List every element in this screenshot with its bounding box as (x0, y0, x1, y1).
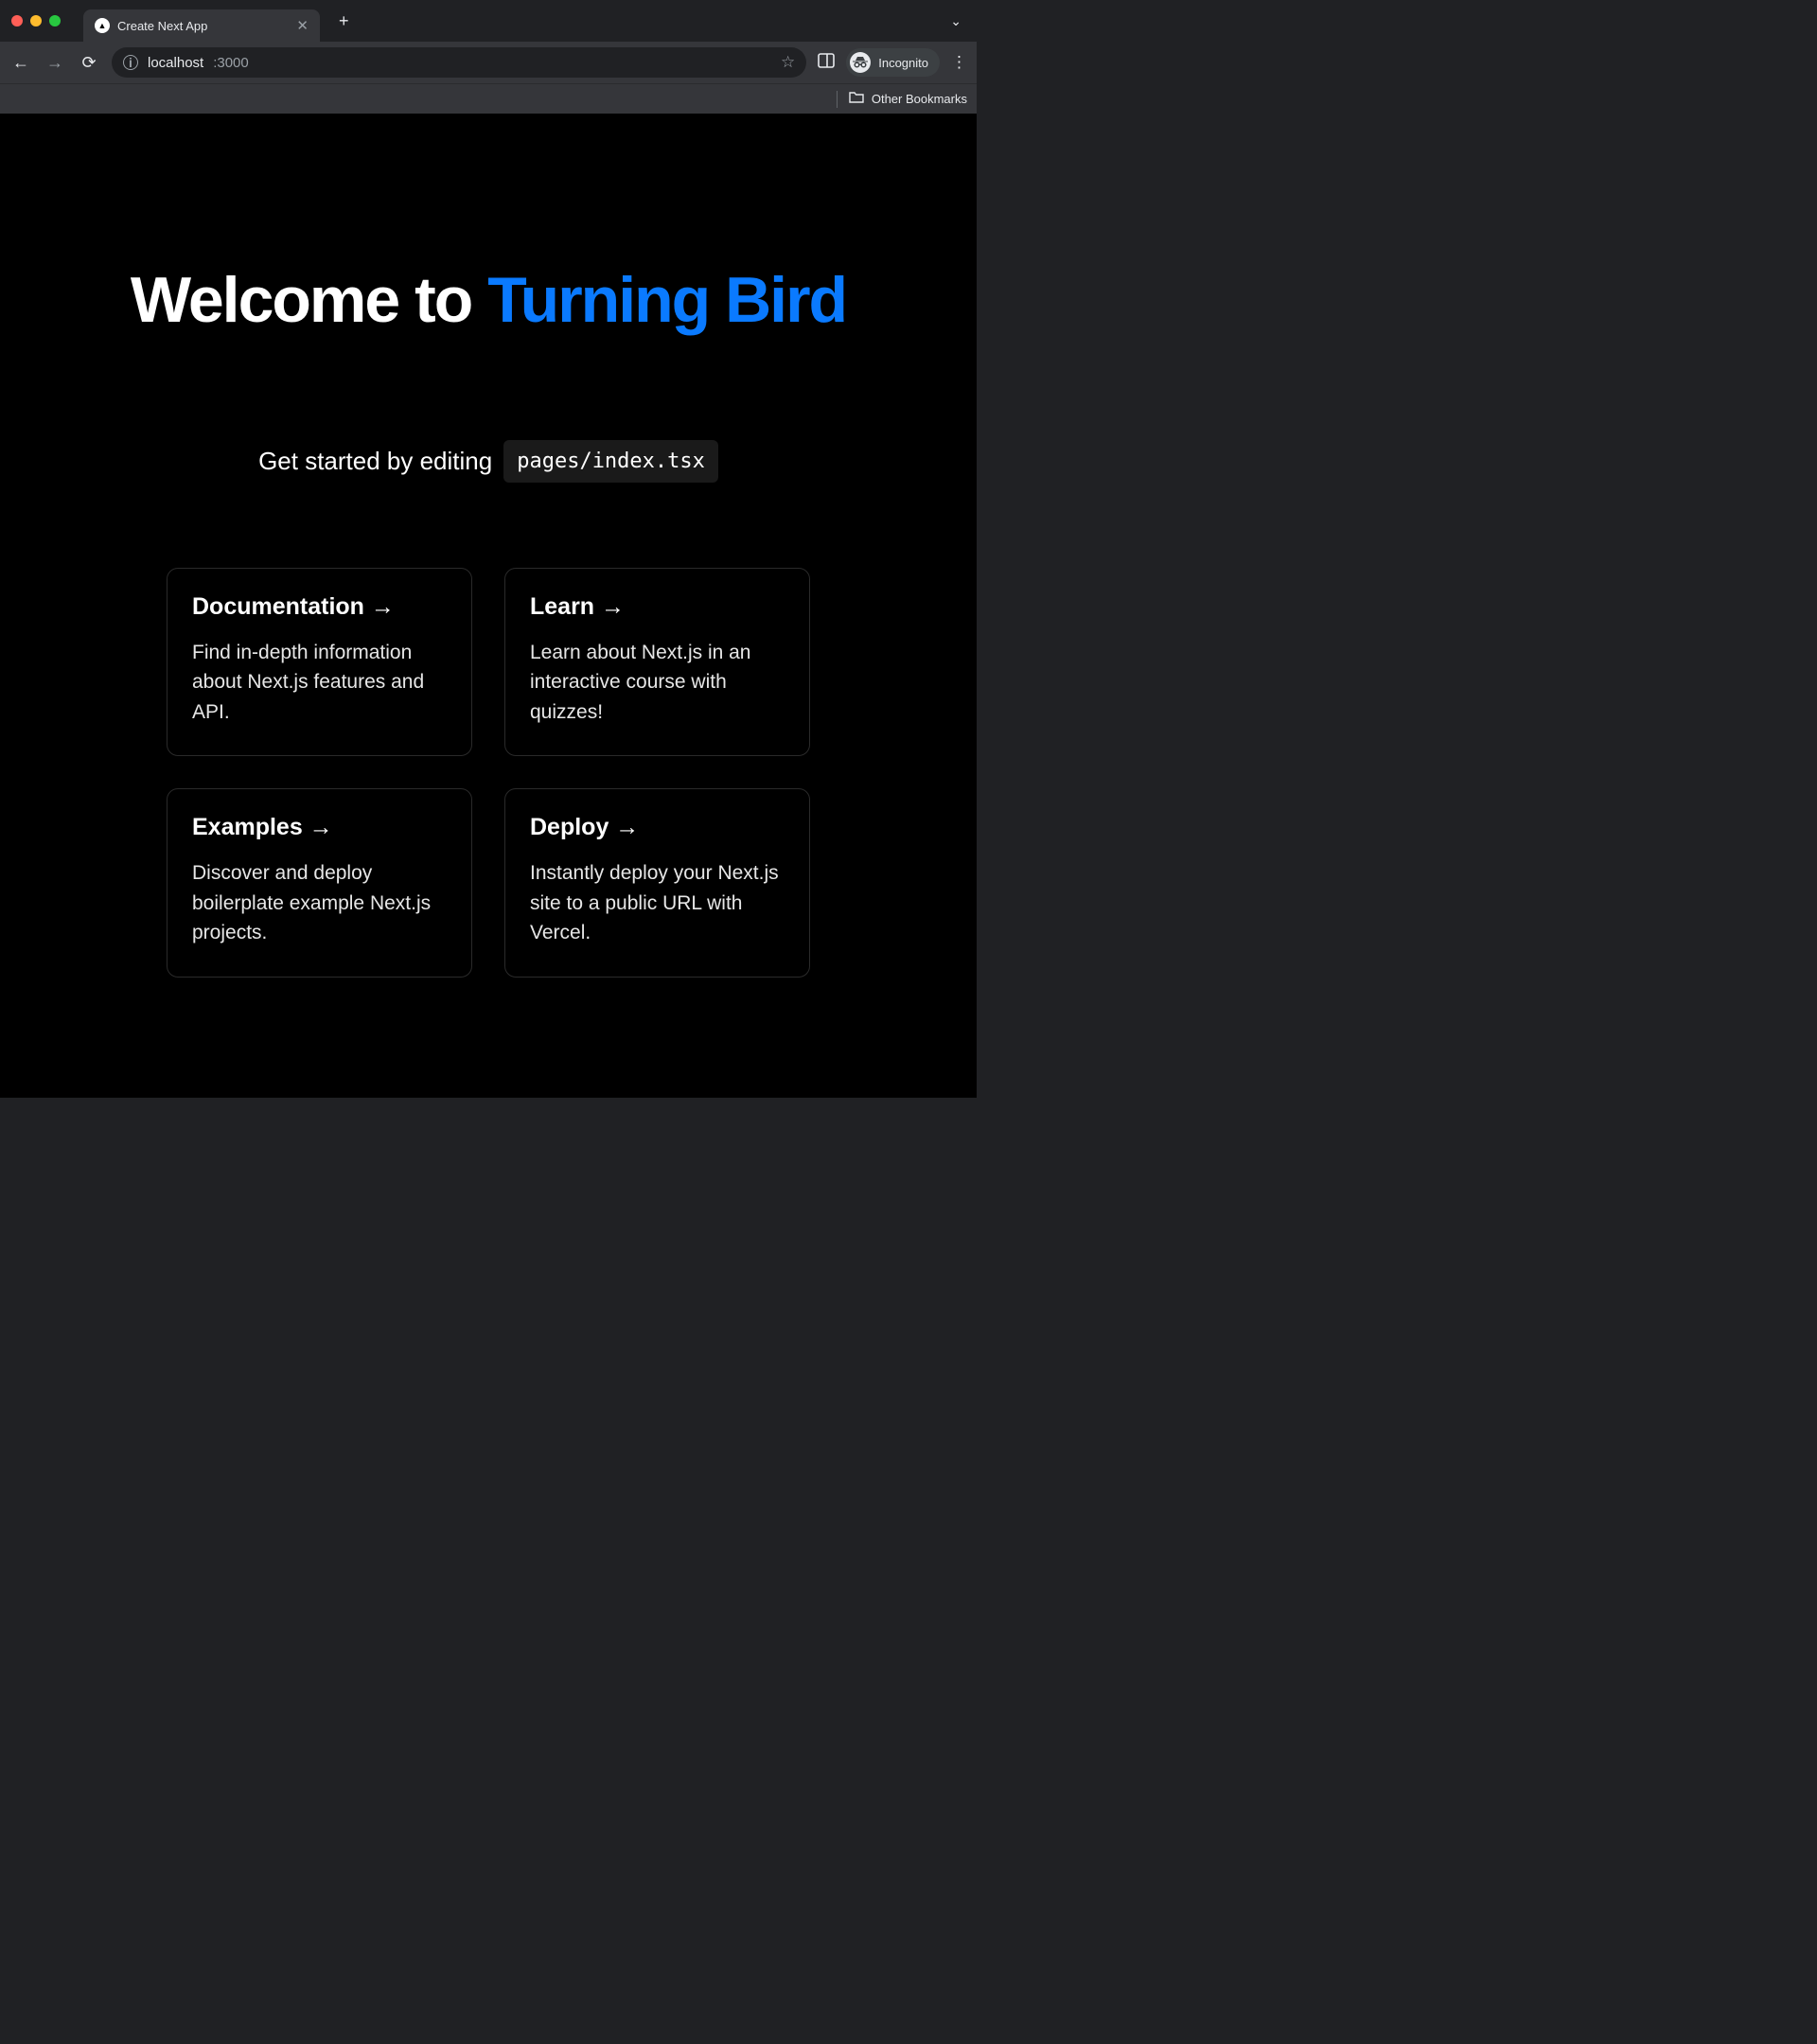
card-deploy[interactable]: Deploy → Instantly deploy your Next.js s… (504, 788, 810, 978)
tab-close-button[interactable]: ✕ (296, 17, 309, 34)
card-desc: Instantly deploy your Next.js site to a … (530, 858, 785, 948)
subtitle-code: pages/index.tsx (503, 440, 718, 483)
other-bookmarks-button[interactable]: Other Bookmarks (872, 92, 967, 106)
bookmarks-bar: Other Bookmarks (0, 83, 977, 114)
reload-button[interactable]: ⟳ (78, 53, 100, 73)
card-desc: Learn about Next.js in an interactive co… (530, 638, 785, 728)
maximize-window-button[interactable] (49, 15, 61, 26)
card-documentation[interactable]: Documentation → Find in-depth informatio… (167, 568, 472, 757)
tabs-dropdown-button[interactable]: ⌄ (950, 13, 961, 29)
card-title: Documentation → (192, 593, 447, 621)
hero-prefix: Welcome to (131, 264, 487, 336)
page-content: Welcome to Turning Bird Get started by e… (0, 114, 977, 1053)
titlebar: ▲ Create Next App ✕ + ⌄ (0, 0, 977, 42)
incognito-label: Incognito (878, 56, 928, 70)
minimize-window-button[interactable] (30, 15, 42, 26)
card-desc: Discover and deploy boilerplate example … (192, 858, 447, 948)
browser-menu-button[interactable]: ⋮ (951, 53, 967, 72)
incognito-badge[interactable]: Incognito (846, 48, 940, 77)
bookmark-star-icon[interactable]: ☆ (781, 53, 795, 72)
divider (837, 91, 838, 108)
card-desc: Find in-depth information about Next.js … (192, 638, 447, 728)
url-host: localhost (148, 55, 203, 71)
hero-accent: Turning Bird (487, 264, 846, 336)
browser-chrome: ▲ Create Next App ✕ + ⌄ ← → ⟳ i localhos… (0, 0, 977, 114)
card-title: Deploy → (530, 814, 785, 841)
cards-grid: Documentation → Find in-depth informatio… (167, 568, 810, 978)
subtitle-text: Get started by editing (258, 447, 492, 476)
back-button[interactable]: ← (9, 53, 32, 73)
page-viewport[interactable]: Welcome to Turning Bird Get started by e… (0, 114, 977, 1098)
tab-favicon: ▲ (95, 18, 110, 33)
browser-tab[interactable]: ▲ Create Next App ✕ (83, 9, 320, 42)
new-tab-button[interactable]: + (339, 11, 349, 31)
site-info-icon[interactable]: i (123, 55, 138, 70)
subtitle: Get started by editing pages/index.tsx (258, 440, 718, 483)
window-controls (11, 15, 61, 26)
url-port: :3000 (213, 55, 249, 71)
card-learn[interactable]: Learn → Learn about Next.js in an intera… (504, 568, 810, 757)
card-examples[interactable]: Examples → Discover and deploy boilerpla… (167, 788, 472, 978)
folder-icon (849, 91, 864, 107)
card-title: Learn → (530, 593, 785, 621)
address-bar[interactable]: i localhost :3000 ☆ (112, 47, 806, 78)
close-window-button[interactable] (11, 15, 23, 26)
hero-heading: Welcome to Turning Bird (131, 265, 846, 336)
card-title: Examples → (192, 814, 447, 841)
forward-button[interactable]: → (44, 53, 66, 73)
panel-icon[interactable] (818, 52, 835, 74)
incognito-icon (850, 52, 871, 73)
toolbar: ← → ⟳ i localhost :3000 ☆ Incognito ⋮ (0, 42, 977, 83)
tab-title: Create Next App (117, 19, 289, 33)
